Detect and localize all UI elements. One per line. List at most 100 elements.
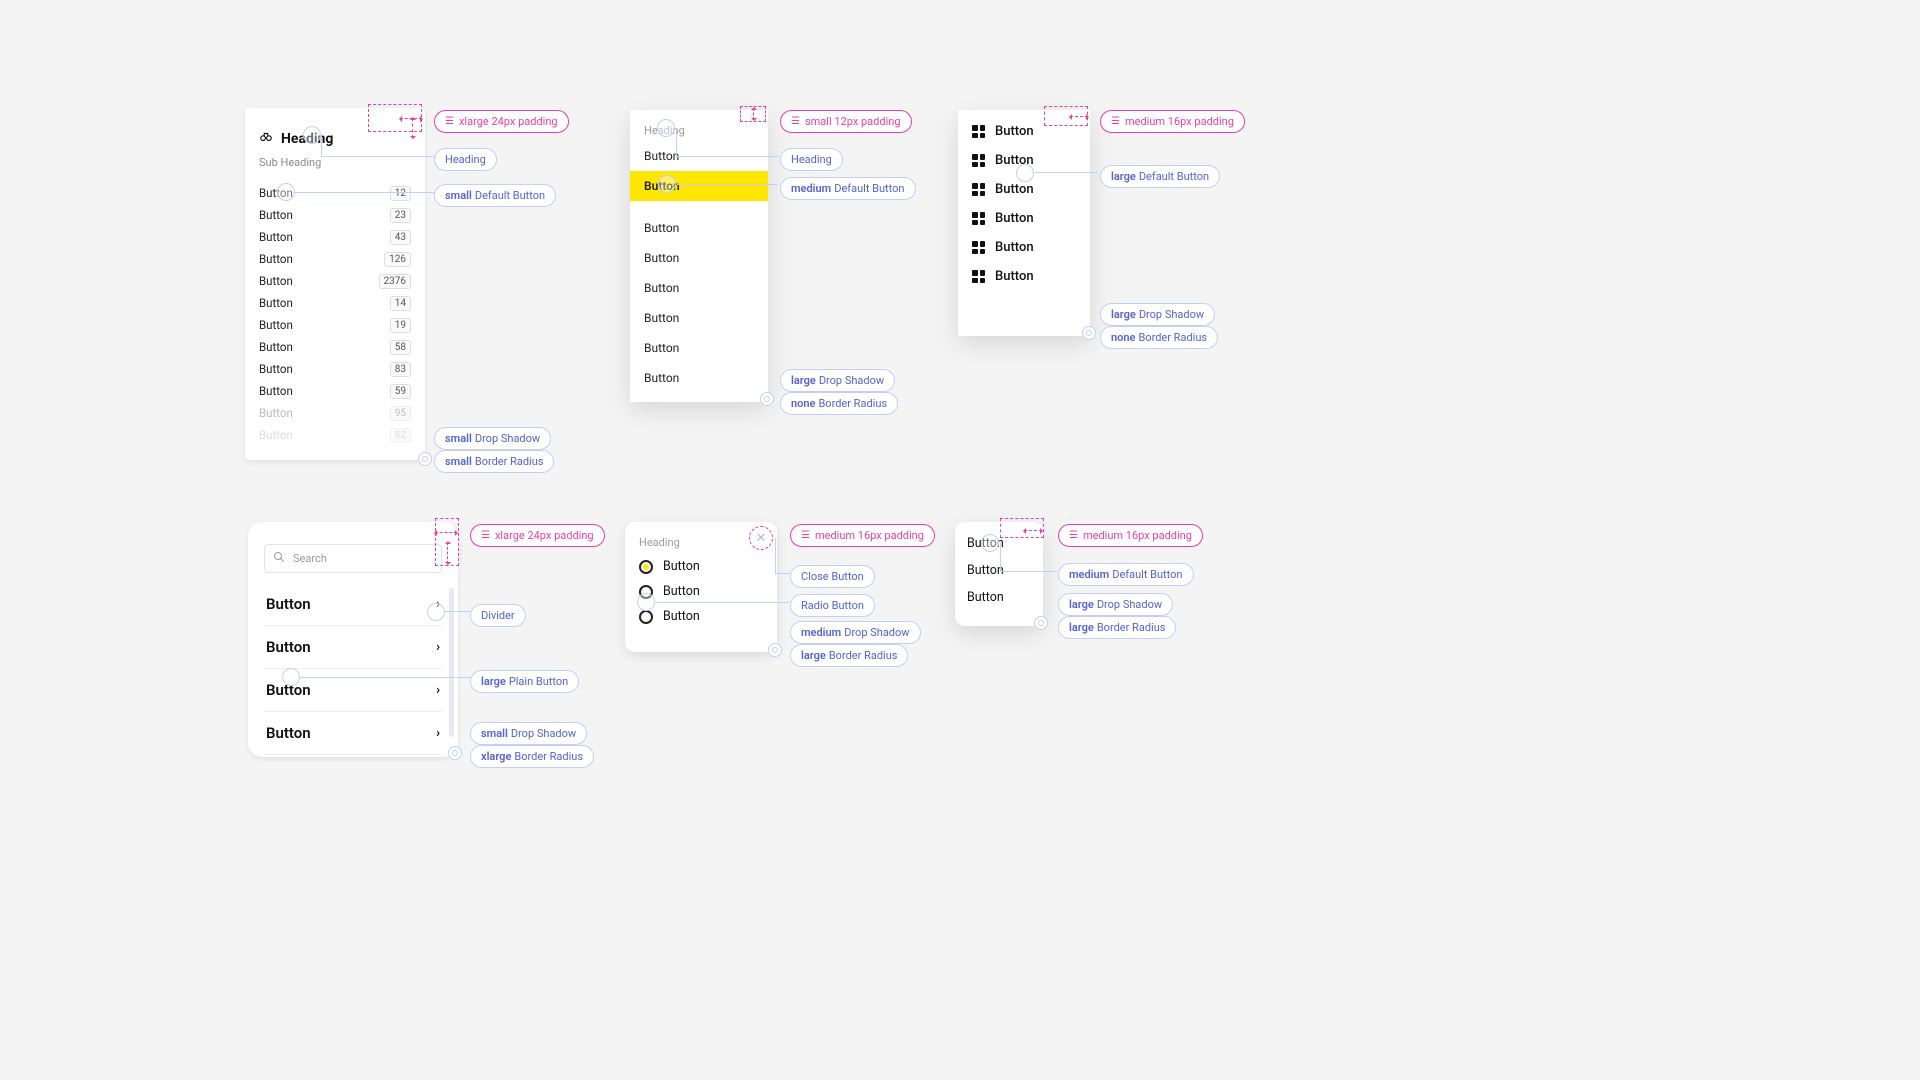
list-item[interactable]: Button [630,303,768,333]
list-item[interactable]: Button43 [259,227,411,247]
annotation-padding: ☰medium 16px padding [1058,524,1203,547]
list-item[interactable]: Button [972,240,1076,255]
chevron-right-icon: › [436,683,440,698]
annotation-drop-shadow: smallDrop Shadow [434,427,551,450]
scrollbar[interactable] [449,588,454,737]
list-item[interactable]: Button2376 [259,271,411,291]
card-5: ✕ Heading Button Button Button [625,522,777,652]
card-3: Button Button Button Button Button Butto… [958,110,1090,336]
close-icon: ✕ [756,531,767,546]
chevron-right-icon: › [436,597,440,612]
list-item[interactable]: Button14 [259,293,411,313]
count-badge: 126 [384,252,411,267]
search-icon [273,551,285,566]
annotation-padding: ☰medium 16px padding [1100,110,1245,133]
list-icon: ☰ [801,531,810,541]
annotation-divider: Divider [470,604,526,627]
annotation-heading: Heading [780,148,843,171]
list-icon: ☰ [445,117,454,127]
corner-marker [1082,326,1096,340]
list-item[interactable]: Button [972,182,1076,197]
list-item[interactable]: Button82 [259,425,411,445]
heading-text: Heading [639,536,763,549]
sub-heading: Sub Heading [259,156,411,169]
list-item[interactable]: Button [967,590,1031,605]
list-icon: ☰ [791,117,800,127]
list-item[interactable]: Button [972,211,1076,226]
list-item[interactable]: Button [630,213,768,243]
list-item[interactable]: Button19 [259,315,411,335]
list-item[interactable]: Button [630,273,768,303]
list-item[interactable]: Button [630,363,768,393]
list-item[interactable]: Button› [264,712,442,755]
list-item[interactable]: Button [972,153,1076,168]
count-badge: 14 [390,296,411,311]
annotation-close-button: Close Button [790,565,875,588]
list-item[interactable]: Button23 [259,205,411,225]
list-item[interactable]: Button12 [259,183,411,203]
annotation-padding: ☰xlarge 24px padding [434,110,569,133]
list-item[interactable]: Button126 [259,249,411,269]
chevron-right-icon: › [436,726,440,741]
annotation-default-button: largeDefault Button [1100,165,1220,188]
count-badge: 12 [390,186,411,201]
count-badge: 19 [390,318,411,333]
list-item[interactable]: Button› [264,669,442,712]
annotation-border-radius: smallBorder Radius [434,450,554,473]
annotation-heading: Heading [434,148,497,171]
count-badge: 58 [390,340,411,355]
list-item[interactable]: Button› [264,626,442,669]
annotation-drop-shadow: largeDrop Shadow [1058,593,1173,616]
card-1: Heading Sub Heading Button12 Button23 Bu… [245,108,425,460]
corner-marker [1034,616,1048,630]
annotation-leader [775,573,790,574]
card-6: Button Button Button [955,522,1043,626]
list-item[interactable]: Button59 [259,381,411,401]
grid-icon [972,212,985,225]
radio-item[interactable]: Button [639,609,763,624]
close-button[interactable]: ✕ [753,530,769,546]
list-item[interactable]: Button [630,243,768,273]
search-input[interactable]: Search [264,544,442,573]
count-badge: 2376 [379,274,411,289]
count-badge: 95 [390,406,411,421]
list-item[interactable]: Button58 [259,337,411,357]
list-item-selected[interactable]: Button [630,171,768,201]
annotation-padding: ☰xlarge 24px padding [470,524,605,547]
annotation-drop-shadow: largeDrop Shadow [1100,303,1215,326]
search-placeholder: Search [293,552,327,565]
radio-item[interactable]: Button [639,584,763,599]
list-icon: ☰ [481,531,490,541]
list-item[interactable]: Button [967,536,1031,551]
annotation-default-button: mediumDefault Button [1058,563,1194,586]
annotation-padding: ☰small 12px padding [780,110,912,133]
list-item[interactable]: Button [967,563,1031,578]
list-item[interactable]: Button [630,333,768,363]
card-2: Heading Button Button Button Button Butt… [630,110,768,402]
radio-item[interactable]: Button [639,559,763,574]
annotation-radio-button: Radio Button [790,594,875,617]
annotation-plain-button: largePlain Button [470,670,579,693]
list-item[interactable]: Button83 [259,359,411,379]
radio-icon [639,585,653,599]
heading-row: Heading [259,130,411,148]
grid-icon [972,183,985,196]
radio-icon [639,560,653,574]
list-item[interactable]: Button [972,269,1076,284]
heading-text: Heading [630,124,768,141]
corner-marker [448,746,462,760]
list-icon: ☰ [1069,531,1078,541]
annotation-drop-shadow: largeDrop Shadow [780,369,895,392]
annotation-drop-shadow: smallDrop Shadow [470,722,587,745]
list-item[interactable]: Button› [264,583,442,626]
list-item[interactable]: Button [972,124,1076,139]
corner-marker [760,392,774,406]
grid-icon [972,154,985,167]
card-4: Search Button› Button› Button› Button› [248,522,458,757]
annotation-default-button: smallDefault Button [434,184,556,207]
list-item[interactable]: Button95 [259,403,411,423]
list-icon: ☰ [1111,117,1120,127]
annotation-border-radius: largeBorder Radius [790,644,908,667]
corner-marker [768,643,782,657]
list-item[interactable]: Button [630,141,768,171]
